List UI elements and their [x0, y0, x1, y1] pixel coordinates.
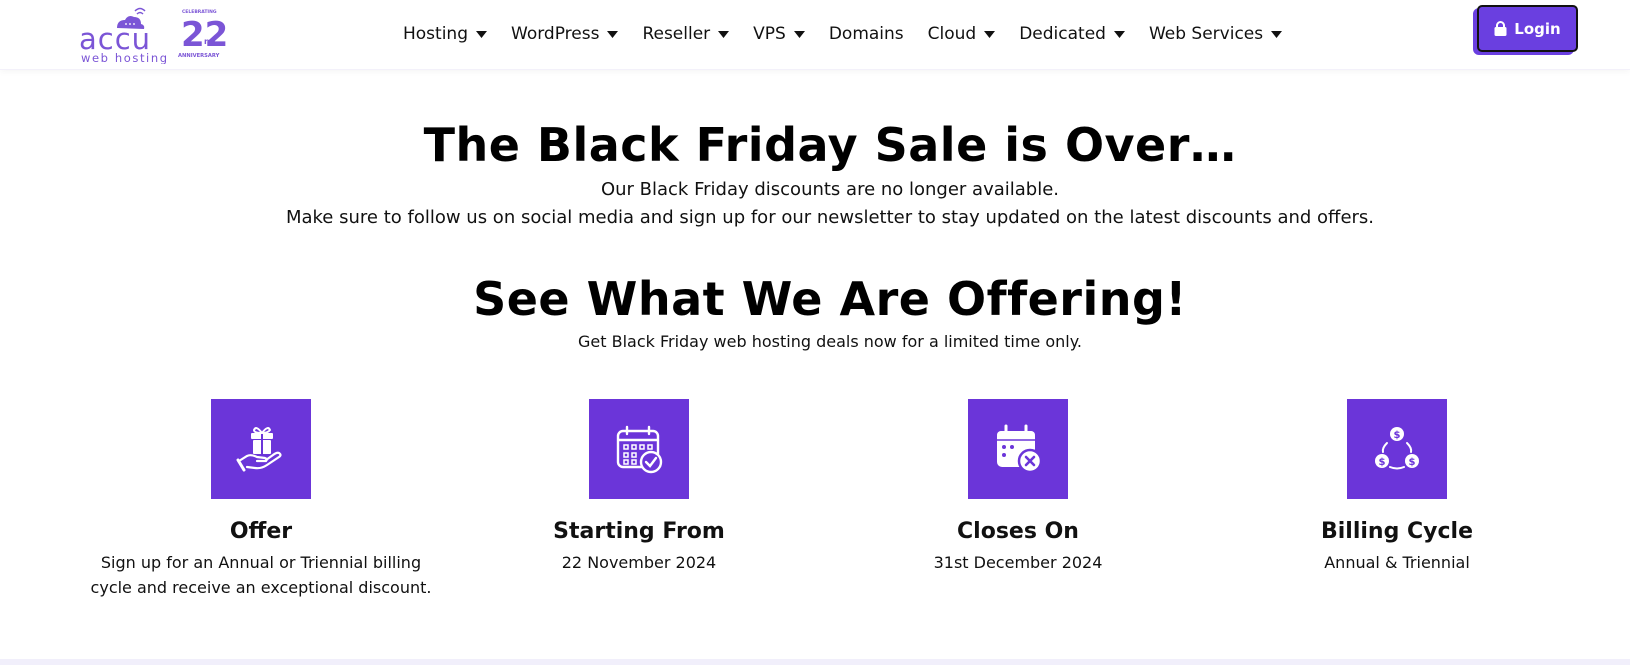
feature-closes-icon-box	[968, 399, 1068, 499]
svg-text:$: $	[1409, 457, 1416, 468]
feature-offer-desc: Sign up for an Annual or Triennial billi…	[81, 550, 441, 600]
login-button-inner: Login	[1483, 11, 1572, 46]
chevron-down-icon	[1113, 30, 1125, 38]
logo-tagline: web hosting	[81, 51, 169, 64]
nav-wordpress[interactable]: WordPress	[511, 24, 619, 44]
feature-offer-desc-line-2: cycle and receive an exceptional discoun…	[90, 578, 432, 597]
badge-number: 22	[181, 15, 228, 55]
accu-logo[interactable]: accu web hosting CELEBRATING 22 nd ANNIV…	[79, 6, 239, 64]
feature-starting-desc: 22 November 2024	[561, 553, 717, 572]
svg-text:$: $	[1379, 457, 1386, 468]
page-title: The Black Friday Sale is Over…	[423, 118, 1237, 172]
feature-starting-title: Starting From	[553, 519, 725, 544]
login-button[interactable]: Login	[1477, 5, 1578, 52]
nav-cloud[interactable]: Cloud	[928, 24, 996, 44]
main-nav: Hosting WordPress Reseller VPS Domains C…	[403, 19, 1283, 49]
hero-line-2: Make sure to follow us on social media a…	[285, 207, 1375, 228]
feature-closes-title: Closes On	[957, 519, 1079, 544]
nav-reseller-label: Reseller	[642, 24, 711, 44]
feature-billing-title: Billing Cycle	[1321, 519, 1473, 544]
login-button-wrapper: Login	[1473, 5, 1579, 57]
feature-starting-from: Starting From 22 November 2024	[459, 399, 819, 575]
nav-web-services[interactable]: Web Services	[1148, 24, 1283, 44]
feature-starting-icon-box	[589, 399, 689, 499]
nav-dedicated-label: Dedicated	[1019, 24, 1106, 44]
nav-hosting[interactable]: Hosting	[403, 24, 487, 44]
nav-domains-label: Domains	[828, 24, 904, 44]
nav-cloud-label: Cloud	[927, 24, 977, 44]
chevron-down-icon	[793, 30, 805, 38]
feature-billing-icon-box: $ $ $	[1347, 399, 1447, 499]
offering-subtitle: Get Black Friday web hosting deals now f…	[577, 332, 1082, 351]
feature-offer-desc-line-1: Sign up for an Annual or Triennial billi…	[100, 553, 422, 572]
feature-offer-icon-box	[211, 399, 311, 499]
nav-hosting-label: Hosting	[403, 24, 468, 44]
dollar-cycle-icon: $ $ $	[1375, 427, 1419, 470]
svg-text:$: $	[1394, 430, 1401, 441]
chevron-down-icon	[718, 30, 730, 38]
nav-wordpress-label: WordPress	[511, 24, 600, 44]
hero-line-1: Our Black Friday discounts are no longer…	[600, 179, 1060, 200]
feature-offer: Offer Sign up for an Annual or Triennial…	[81, 399, 441, 600]
chevron-down-icon	[1271, 30, 1283, 38]
gift-hand-icon	[236, 427, 282, 472]
feature-billing-cycle: $ $ $ Billing Cycle Annual & Triennial	[1217, 399, 1577, 575]
calendar-check-icon	[616, 425, 663, 474]
nav-domains[interactable]: Domains	[829, 24, 904, 44]
badge-suffix: nd	[204, 37, 216, 46]
lock-icon	[1494, 21, 1507, 36]
nav-web-services-label: Web Services	[1148, 24, 1264, 44]
calendar-x-icon	[997, 424, 1043, 474]
nav-dedicated[interactable]: Dedicated	[1019, 24, 1125, 44]
feature-closes-desc: 31st December 2024	[933, 553, 1103, 572]
badge-bottom: ANNIVERSARY	[178, 53, 220, 59]
nav-vps-label: VPS	[753, 24, 786, 44]
chevron-down-icon	[476, 30, 487, 38]
nav-reseller[interactable]: Reseller	[642, 24, 730, 44]
feature-offer-title: Offer	[229, 519, 293, 544]
nav-vps[interactable]: VPS	[753, 24, 805, 44]
feature-billing-desc: Annual & Triennial	[1324, 553, 1470, 572]
section-divider	[0, 659, 1630, 665]
chevron-down-icon	[607, 30, 619, 38]
login-label: Login	[1514, 19, 1561, 38]
site-header: accu web hosting CELEBRATING 22 nd ANNIV…	[0, 0, 1630, 70]
offering-title: See What We Are Offering!	[473, 272, 1187, 326]
feature-closes-on: Closes On 31st December 2024	[838, 399, 1198, 575]
chevron-down-icon	[984, 30, 996, 38]
